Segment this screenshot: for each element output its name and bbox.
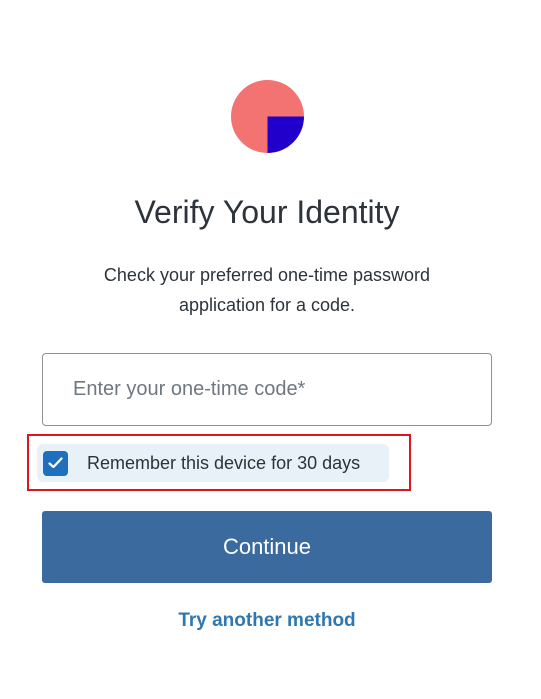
try-another-method-link[interactable]: Try another method [0, 608, 534, 634]
page-subtitle: Check your preferred one-time password a… [103, 265, 431, 315]
remember-device-label: Remember this device for 30 days [87, 452, 361, 473]
remember-device-checkbox[interactable]: Remember this device for 30 days [37, 444, 389, 482]
page-title: Verify Your Identity [134, 194, 400, 230]
one-time-code-input[interactable] [42, 353, 492, 426]
checkbox-checked[interactable] [43, 450, 68, 476]
continue-button[interactable]: Continue [42, 511, 492, 583]
checkmark-icon [48, 457, 63, 469]
brand-logo-icon [231, 80, 304, 153]
verify-identity-page: Verify Your Identity Check your preferre… [0, 0, 541, 699]
